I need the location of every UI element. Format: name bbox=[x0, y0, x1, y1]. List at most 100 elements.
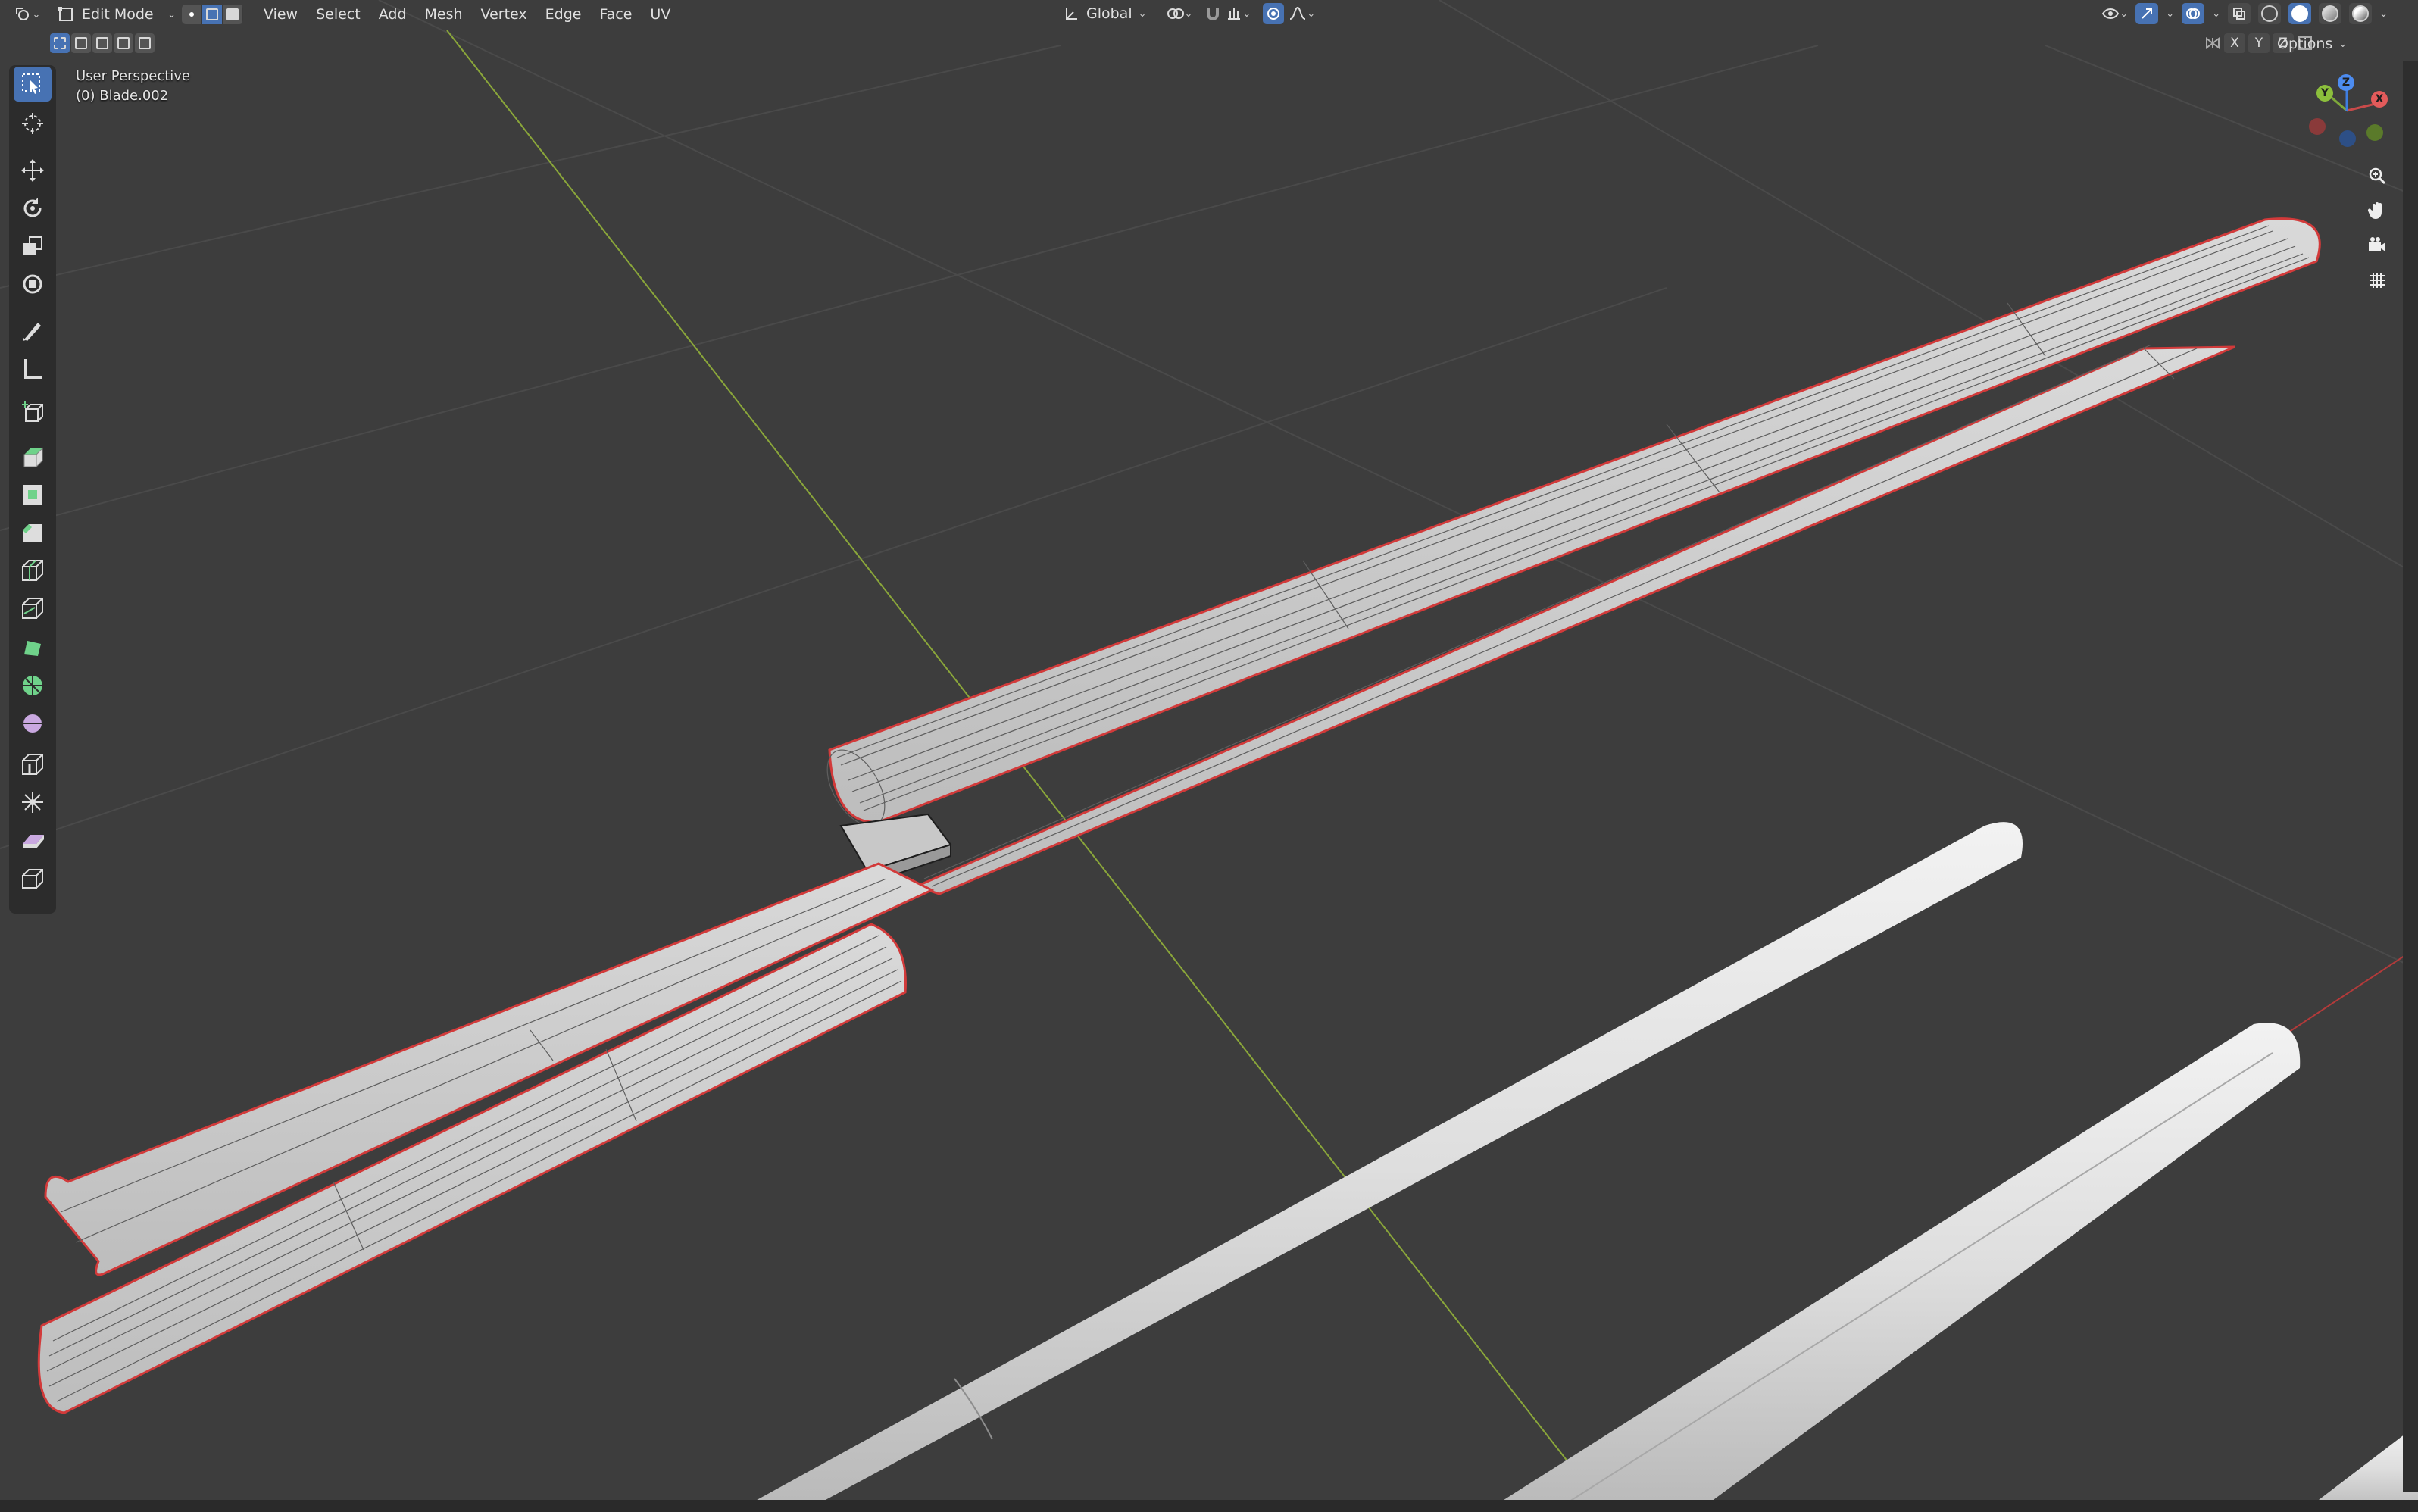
mirror-x-toggle[interactable]: X bbox=[2224, 33, 2245, 53]
scale-icon bbox=[23, 236, 42, 255]
tool-spin[interactable] bbox=[14, 668, 52, 703]
tool-add-cube[interactable] bbox=[14, 395, 52, 430]
wireframe-shading-icon bbox=[2261, 5, 2279, 22]
butterfly-mirror-icon bbox=[2206, 37, 2220, 49]
edge-select-button[interactable] bbox=[202, 5, 223, 24]
gizmo-z-positive[interactable]: Z bbox=[2338, 74, 2354, 91]
tool-measure[interactable] bbox=[14, 351, 52, 386]
edit-mode-icon bbox=[58, 7, 73, 21]
tool-poly-build[interactable] bbox=[14, 630, 52, 665]
proportional-editing-toggle[interactable] bbox=[1263, 3, 1285, 24]
proportional-icon bbox=[1267, 8, 1280, 20]
orthographic-toggle-button[interactable] bbox=[2362, 265, 2392, 295]
options-label: Options bbox=[2277, 36, 2333, 52]
menu-view[interactable]: View bbox=[255, 4, 307, 25]
navigation-gizmo[interactable]: X Y Z bbox=[2303, 70, 2394, 153]
shrink-fatten-icon bbox=[22, 792, 43, 813]
edge-icon bbox=[206, 8, 218, 20]
select-extend-button[interactable] bbox=[71, 33, 91, 53]
chevron-down-icon: ⌄ bbox=[2212, 8, 2221, 20]
gizmo-z-label: Z bbox=[2341, 77, 2351, 89]
tool-annotate[interactable] bbox=[14, 314, 52, 348]
shading-solid[interactable] bbox=[2288, 3, 2312, 24]
mirror-y-toggle[interactable]: Y bbox=[2248, 33, 2270, 53]
menu-face[interactable]: Face bbox=[590, 4, 641, 25]
select-extend-icon bbox=[75, 37, 87, 49]
scabbard-mesh bbox=[826, 217, 2321, 826]
gizmo-x-positive[interactable]: X bbox=[2371, 91, 2388, 108]
gizmo-z-negative[interactable] bbox=[2339, 130, 2356, 147]
tool-transform[interactable] bbox=[14, 267, 52, 301]
menu-uv[interactable]: UV bbox=[641, 4, 679, 25]
face-select-button[interactable] bbox=[223, 5, 243, 24]
select-invert-button[interactable] bbox=[114, 33, 133, 53]
sidebar-tabs-strip[interactable] bbox=[2403, 61, 2418, 1492]
poly-build-icon bbox=[24, 641, 41, 656]
menu-edge[interactable]: Edge bbox=[536, 4, 591, 25]
tool-rotate[interactable] bbox=[14, 191, 52, 226]
hand-pan-icon bbox=[2367, 202, 2382, 219]
select-box-icon bbox=[22, 73, 40, 94]
camera-icon bbox=[2369, 237, 2385, 251]
select-new-button[interactable] bbox=[50, 33, 70, 53]
view-name: User Perspective bbox=[76, 68, 190, 84]
chevron-down-icon: ⌄ bbox=[2338, 38, 2348, 50]
mesh-select-mode bbox=[182, 5, 243, 24]
visibility-dropdown[interactable]: ⌄ bbox=[2101, 3, 2128, 24]
camera-view-button[interactable] bbox=[2362, 230, 2392, 261]
select-intersect-button[interactable] bbox=[135, 33, 155, 53]
loop-cut-icon bbox=[22, 560, 43, 581]
tool-move[interactable] bbox=[14, 153, 52, 188]
measure-icon bbox=[24, 359, 42, 379]
tool-scale[interactable] bbox=[14, 229, 52, 264]
mode-dropdown[interactable]: Edit Mode ⌄ bbox=[52, 3, 180, 26]
tool-knife[interactable] bbox=[14, 591, 52, 626]
tool-smooth[interactable] bbox=[14, 706, 52, 741]
tool-bevel[interactable] bbox=[14, 515, 52, 550]
gizmo-toggle[interactable] bbox=[2135, 3, 2159, 24]
tool-shear[interactable] bbox=[14, 823, 52, 858]
tool-loop-cut[interactable] bbox=[14, 553, 52, 588]
menu-mesh[interactable]: Mesh bbox=[416, 4, 472, 25]
pan-button[interactable] bbox=[2362, 195, 2392, 226]
tool-select-box[interactable] bbox=[14, 67, 52, 102]
shading-rendered[interactable] bbox=[2349, 3, 2373, 24]
magnet-icon bbox=[1207, 8, 1220, 20]
xray-toggle[interactable] bbox=[2228, 3, 2251, 24]
shading-wireframe[interactable] bbox=[2258, 3, 2282, 24]
shading-material[interactable] bbox=[2319, 3, 2342, 24]
transform-orientation-dropdown[interactable]: Global ⌄ bbox=[1059, 3, 1151, 24]
extrude-icon bbox=[23, 447, 43, 467]
pivot-icon bbox=[1167, 8, 1184, 19]
tool-extrude[interactable] bbox=[14, 439, 52, 474]
transform-controls: Global ⌄ ⌄ ⌄ ⌄ bbox=[1059, 3, 1315, 24]
gizmo-y-positive[interactable]: Y bbox=[2316, 85, 2333, 102]
zoom-icon bbox=[2369, 167, 2386, 185]
transform-icon bbox=[23, 274, 42, 294]
tool-rip[interactable] bbox=[14, 861, 52, 895]
gizmo-y-negative[interactable] bbox=[2366, 124, 2383, 141]
3d-viewport[interactable] bbox=[0, 0, 2418, 1512]
editor-type-button[interactable]: ⌄ bbox=[9, 4, 45, 25]
proportional-falloff-dropdown[interactable]: ⌄ bbox=[1289, 3, 1315, 24]
tool-edge-slide[interactable] bbox=[14, 747, 52, 782]
orientation-axes-icon bbox=[1066, 8, 1077, 20]
zoom-button[interactable] bbox=[2362, 161, 2392, 191]
tool-shrink-fatten[interactable] bbox=[14, 785, 52, 820]
options-dropdown[interactable]: Options ⌄ bbox=[2277, 33, 2347, 55]
snap-toggle[interactable] bbox=[1204, 3, 1221, 24]
gizmo-x-negative[interactable] bbox=[2309, 118, 2326, 135]
pivot-point-dropdown[interactable]: ⌄ bbox=[1167, 3, 1192, 24]
menu-select[interactable]: Select bbox=[307, 4, 370, 25]
tool-inset[interactable] bbox=[14, 477, 52, 512]
vertex-icon bbox=[189, 12, 194, 17]
menu-vertex[interactable]: Vertex bbox=[472, 4, 536, 25]
select-subtract-button[interactable] bbox=[92, 33, 112, 53]
status-bar bbox=[0, 1500, 2418, 1512]
menu-add[interactable]: Add bbox=[370, 4, 416, 25]
face-icon bbox=[226, 8, 239, 20]
vertex-select-button[interactable] bbox=[182, 5, 202, 24]
tool-cursor[interactable] bbox=[14, 106, 52, 141]
overlays-toggle[interactable] bbox=[2182, 3, 2205, 24]
snap-target-dropdown[interactable]: ⌄ bbox=[1226, 3, 1251, 24]
